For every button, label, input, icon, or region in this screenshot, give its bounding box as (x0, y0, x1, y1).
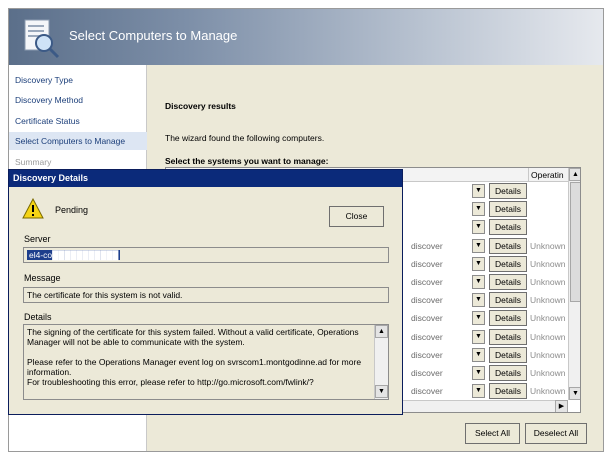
column-operation-header[interactable]: Operatin (528, 168, 568, 182)
select-systems-label: Select the systems you want to manage: (165, 156, 329, 166)
details-button[interactable]: Details (489, 310, 527, 327)
status-text: Pending (55, 205, 89, 215)
operation-cell[interactable]: discover (408, 328, 476, 346)
operation-cell[interactable]: discover (408, 291, 476, 309)
nav-item-discovery-method[interactable]: Discovery Method (9, 91, 147, 109)
operation-cell[interactable]: discover (408, 273, 476, 291)
wizard-header: Select Computers to Manage (9, 9, 603, 65)
operation-cell[interactable]: discover (408, 346, 476, 364)
details-button[interactable]: Details (489, 328, 527, 345)
chevron-down-icon[interactable]: ▼ (472, 238, 485, 253)
operation-cell[interactable]: discover (408, 237, 476, 255)
details-scroll-down-icon[interactable]: ▼ (375, 385, 388, 398)
section-title: Discovery results (165, 101, 236, 111)
chevron-down-icon[interactable]: ▼ (472, 275, 485, 289)
details-button[interactable]: Details (489, 383, 527, 400)
details-text: The signing of the certificate for this … (27, 327, 362, 387)
details-scroll-up-icon[interactable]: ▲ (375, 325, 388, 338)
chevron-down-icon[interactable]: ▼ (472, 293, 485, 308)
chevron-down-icon[interactable]: ▼ (472, 347, 485, 362)
scroll-up-icon[interactable]: ▲ (569, 168, 580, 181)
scroll-right-icon[interactable]: ▶ (555, 400, 568, 412)
message-label: Message (24, 273, 61, 283)
wizard-search-icon (24, 19, 60, 59)
grid-vertical-scrollbar[interactable]: ▲ ▼ (568, 168, 580, 400)
details-label: Details (24, 312, 52, 322)
result-cell: Unknown (530, 258, 566, 269)
chevron-down-icon[interactable]: ▼ (472, 329, 485, 344)
chevron-down-icon[interactable]: ▼ (472, 366, 485, 380)
scroll-thumb[interactable] (570, 182, 580, 302)
details-button[interactable]: Details (489, 274, 527, 290)
chevron-down-icon[interactable]: ▼ (472, 202, 485, 217)
select-all-button[interactable]: Select All (465, 423, 520, 444)
details-button[interactable]: Details (489, 237, 527, 254)
details-button[interactable]: Details (489, 219, 527, 236)
chevron-down-icon[interactable]: ▼ (472, 220, 485, 235)
operation-cell[interactable]: discover (408, 382, 476, 400)
server-field[interactable]: el4-co███████████ (23, 247, 389, 263)
nav-item-discovery-type[interactable]: Discovery Type (9, 71, 147, 89)
wizard-title: Select Computers to Manage (69, 28, 238, 43)
details-button[interactable]: Details (489, 201, 527, 218)
details-button[interactable]: Details (489, 365, 527, 381)
details-button[interactable]: Details (489, 255, 527, 272)
warning-icon (22, 198, 44, 219)
details-scrollbar[interactable]: ▲ ▼ (374, 325, 388, 399)
operation-cell[interactable]: discover (408, 364, 476, 382)
chevron-down-icon[interactable]: ▼ (472, 311, 485, 326)
operation-cell[interactable]: discover (408, 309, 476, 327)
result-cell: Unknown (530, 349, 566, 360)
chevron-down-icon[interactable]: ▼ (472, 184, 485, 198)
message-field[interactable]: The certificate for this system is not v… (23, 287, 389, 303)
found-text: The wizard found the following computers… (165, 133, 325, 143)
deselect-all-button[interactable]: Deselect All (525, 423, 587, 444)
details-button[interactable]: Details (489, 183, 527, 199)
dialog-title: Discovery Details (9, 170, 402, 187)
server-label: Server (24, 234, 51, 244)
nav-item-select-computers[interactable]: Select Computers to Manage (9, 132, 147, 150)
result-cell: Unknown (530, 295, 566, 306)
result-cell: Unknown (530, 313, 566, 324)
result-cell: Unknown (530, 240, 566, 251)
details-button[interactable]: Details (489, 292, 527, 309)
details-textbox[interactable]: The signing of the certificate for this … (23, 324, 389, 400)
close-button[interactable]: Close (329, 206, 384, 227)
result-cell: Unknown (530, 386, 566, 397)
result-cell: Unknown (530, 277, 566, 287)
server-value: el4-co███████████ (27, 250, 121, 260)
chevron-down-icon[interactable]: ▼ (472, 384, 485, 399)
chevron-down-icon[interactable]: ▼ (472, 256, 485, 271)
details-button[interactable]: Details (489, 346, 527, 363)
result-cell: Unknown (530, 368, 566, 378)
scroll-down-icon[interactable]: ▼ (569, 387, 580, 400)
discovery-details-dialog: Discovery Details Pending Close Server e… (8, 169, 403, 415)
operation-cell[interactable]: discover (408, 255, 476, 273)
result-cell: Unknown (530, 331, 566, 342)
nav-item-certificate-status[interactable]: Certificate Status (9, 112, 147, 130)
